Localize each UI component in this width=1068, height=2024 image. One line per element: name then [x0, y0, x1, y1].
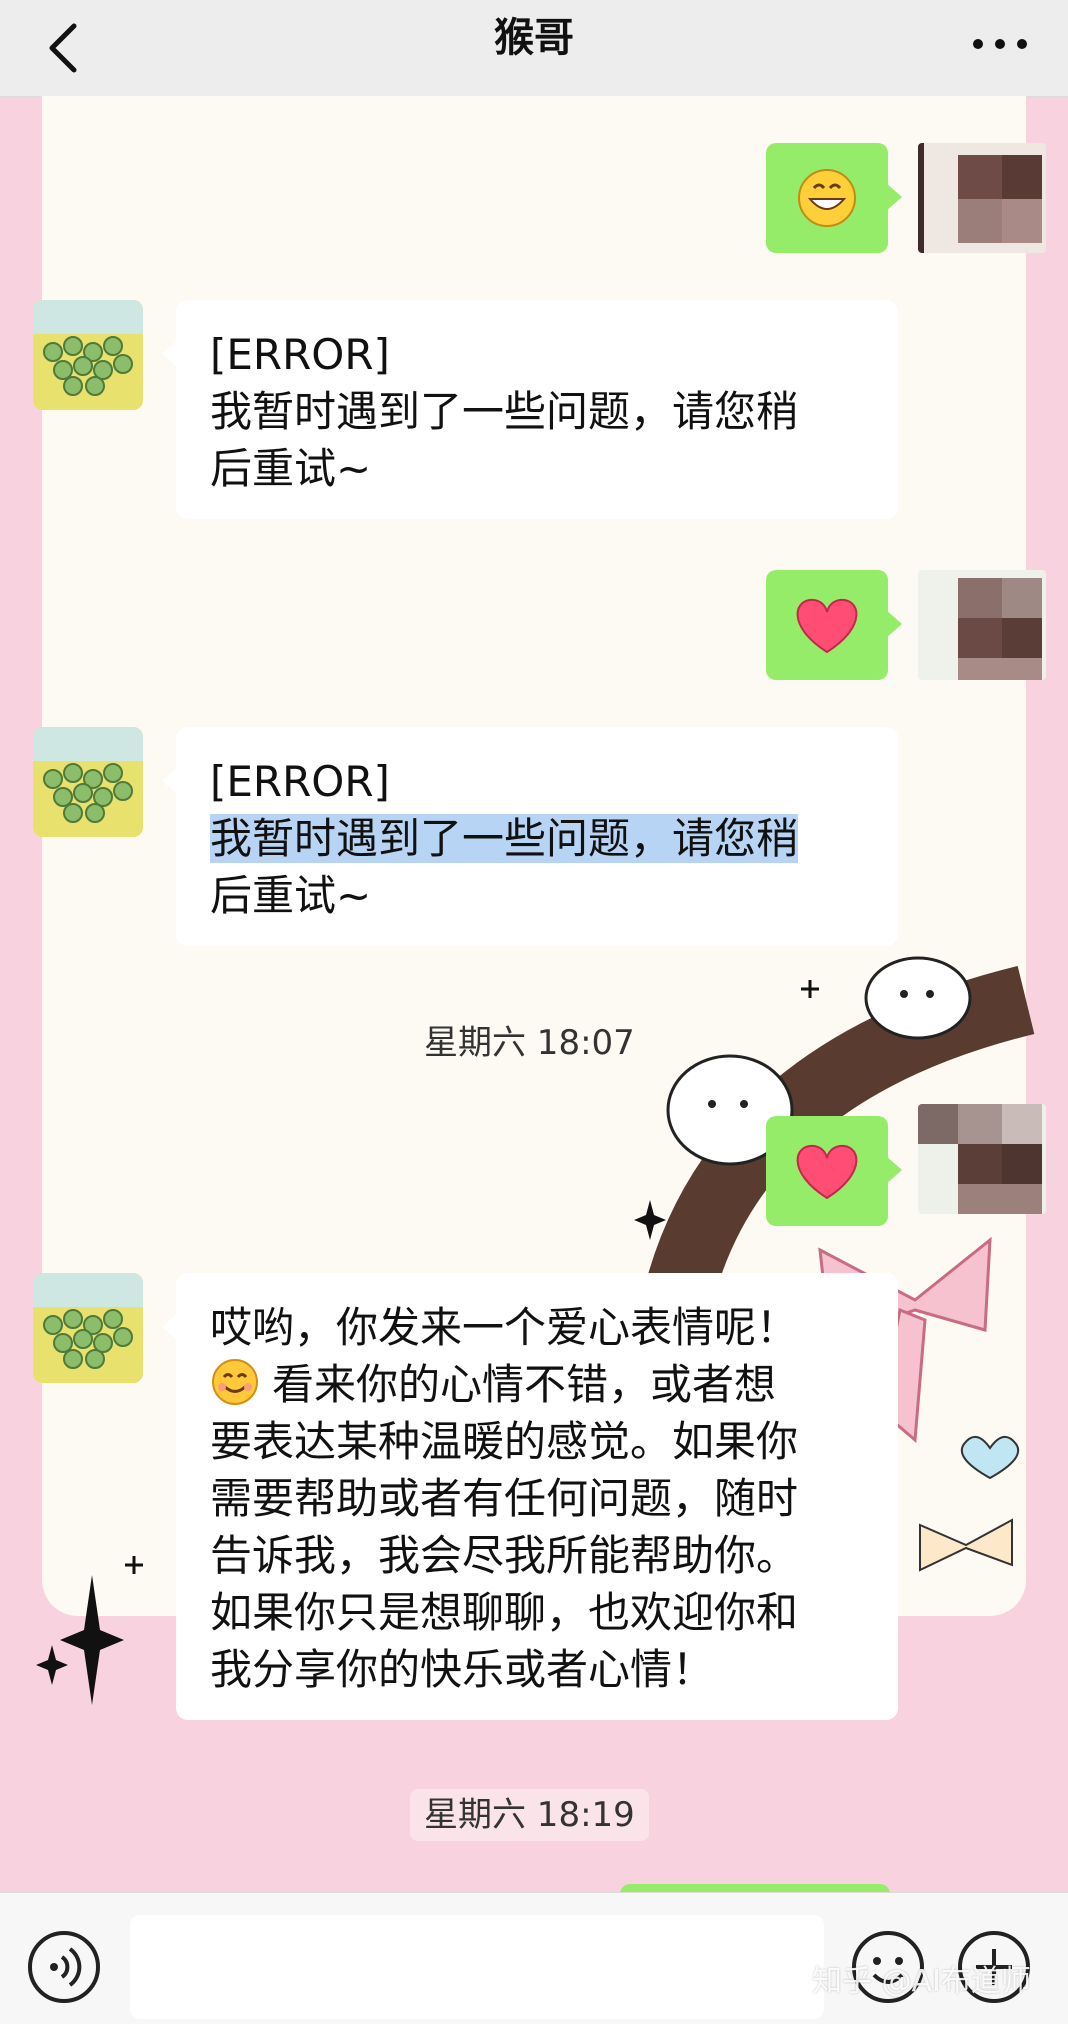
message-line: 我分享你的快乐或者心情！	[210, 1645, 715, 1694]
bot-avatar-image	[33, 727, 143, 837]
timestamp: 星期六 18:19	[410, 1789, 649, 1841]
heart-emoji-icon	[796, 1144, 858, 1200]
message-line: 我暂时遇到了一些问题，请您稍	[210, 387, 799, 436]
received-message-bubble[interactable]: [ERROR] 我暂时遇到了一些问题，请您稍 后重试~	[162, 727, 898, 946]
sent-sticker-bubble[interactable]	[766, 143, 902, 253]
my-avatar[interactable]	[918, 570, 1046, 680]
heart-emoji-icon	[796, 598, 858, 654]
watermark: 知乎 @AI布道师	[812, 1964, 1031, 1999]
received-message-bubble[interactable]: 哎哟，你发来一个爱心表情呢！ 看来你的心情不错，或者想 要表达某种温暖的感觉。如…	[162, 1273, 898, 1720]
message-line: [ERROR]	[210, 330, 390, 379]
my-avatar[interactable]	[918, 1104, 1046, 1214]
timestamp: 星期六 18:07	[424, 1023, 635, 1063]
bot-avatar-image	[33, 1273, 143, 1383]
sent-sticker-bubble[interactable]	[766, 1116, 902, 1226]
more-options-icon[interactable]	[970, 24, 1030, 64]
bot-avatar[interactable]	[33, 300, 143, 410]
my-avatar[interactable]	[918, 143, 1046, 253]
message-line: 需要帮助或者有任何问题，随时	[210, 1474, 799, 1523]
pixelated-avatar-image	[918, 570, 1046, 680]
message-input[interactable]	[130, 1915, 824, 2019]
selected-text-line[interactable]: 我暂时遇到了一些问题，请您稍	[210, 814, 799, 863]
message-line: 如果你只是想聊聊，也欢迎你和	[210, 1588, 799, 1637]
message-line: [ERROR]	[210, 757, 390, 806]
voice-input-icon[interactable]	[26, 1929, 102, 2005]
message-text: 哎哟，你发来一个爱心表情呢！ 看来你的心情不错，或者想 要表达某种温暖的感觉。如…	[176, 1273, 898, 1720]
message-line: 后重试~	[210, 871, 372, 920]
chat-header: 猴哥	[0, 0, 1068, 97]
message-line: 告诉我，我会尽我所能帮助你。	[210, 1531, 799, 1580]
bot-avatar[interactable]	[33, 1273, 143, 1383]
message-text: [ERROR] 我暂时遇到了一些问题，请您稍 后重试~	[176, 727, 898, 946]
pixelated-avatar-image	[918, 1104, 1046, 1214]
message-line: 后重试~	[210, 444, 372, 493]
message-line: 要表达某种温暖的感觉。如果你	[210, 1417, 799, 1466]
smile-emoji-icon	[212, 1359, 258, 1405]
grin-emoji-icon	[798, 169, 856, 227]
pixelated-avatar-image	[918, 143, 1046, 253]
bot-avatar[interactable]	[33, 727, 143, 837]
message-line: 哎哟，你发来一个爱心表情呢！	[210, 1303, 799, 1352]
message-text: [ERROR] 我暂时遇到了一些问题，请您稍 后重试~	[176, 300, 898, 519]
message-line: 看来你的心情不错，或者想	[272, 1360, 777, 1409]
sent-sticker-bubble[interactable]	[766, 570, 902, 680]
received-message-bubble[interactable]: [ERROR] 我暂时遇到了一些问题，请您稍 后重试~	[162, 300, 898, 519]
chat-title: 猴哥	[494, 15, 574, 61]
bot-avatar-image	[33, 300, 143, 410]
